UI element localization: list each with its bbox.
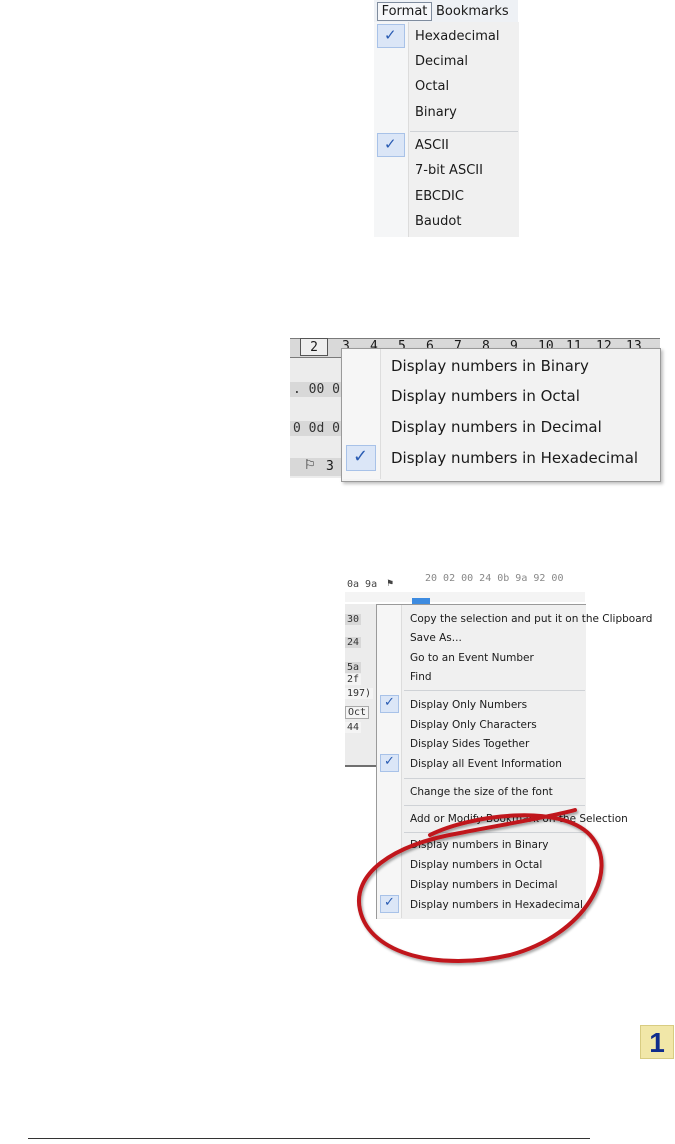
hex-view-background [345,604,377,766]
checkmark-icon: ✓ [384,754,395,769]
selection-strip [345,592,585,602]
menu-item-display-only-numbers[interactable]: Display Only Numbers [410,698,527,712]
menu-bookmarks[interactable]: Bookmarks [436,3,509,20]
menu-item-binary[interactable]: Binary [415,105,457,121]
menu-item-decimal[interactable]: Decimal [415,54,468,70]
hex-cell: 20 02 00 24 0b 9a 92 00 [425,573,564,584]
menu-item-copy-selection[interactable]: Copy the selection and put it on the Cli… [410,612,652,626]
red-circle-annotation [356,808,604,963]
flag-icon: ⚐ [304,458,316,473]
column-header-cell[interactable]: 2 [300,338,328,356]
step-number-badge: 1 [640,1025,674,1059]
menu-item-save-as[interactable]: Save As... [410,631,462,645]
menu-item-ascii[interactable]: ASCII [415,138,449,154]
menu-item-7bit-ascii[interactable]: 7-bit ASCII [415,163,483,179]
hex-cell: 24 [345,637,362,648]
menu-item-find[interactable]: Find [410,670,432,684]
menu-item-display-octal[interactable]: Display numbers in Octal [391,386,580,406]
menu-item-go-to-event[interactable]: Go to an Event Number [410,651,534,665]
menu-item-octal[interactable]: Octal [415,79,449,95]
hex-cell: 3 [326,459,334,474]
menu-item-display-decimal[interactable]: Display numbers in Decimal [391,417,602,437]
hex-cell: 0 0d 0 [290,421,343,436]
flag-icon: ⚑ [387,578,394,589]
menu-item-display-all-event-info[interactable]: Display all Event Information [410,757,562,771]
hex-cell: Oct [345,706,370,719]
hex-top-row: 0a 9a ⚑ 20 02 00 24 0b 9a 92 00 [345,573,585,591]
checkmark-icon: ✓ [384,135,397,153]
hex-cell: 5a [345,662,362,673]
hex-cell: 44 [345,722,362,733]
checkmark-icon: ✓ [384,26,397,44]
menu-item-baudot[interactable]: Baudot [415,214,461,230]
hex-cell: 0a 9a [347,579,378,590]
divider [345,765,377,767]
menu-separator [404,690,585,691]
menu-item-display-hexadecimal[interactable]: Display numbers in Hexadecimal [391,448,638,468]
menu-separator [404,778,585,779]
menu-item-hexadecimal[interactable]: Hexadecimal [415,29,499,45]
step-number: 1 [649,1027,665,1058]
footer-divider [28,1138,590,1139]
hex-cell-bg [290,458,342,476]
checkmark-icon: ✓ [384,695,395,710]
hex-cell: . 00 0 [290,382,343,397]
hex-cell: 30 [345,614,362,625]
menu-item-display-only-characters[interactable]: Display Only Characters [410,718,537,732]
menu-item-ebcdic[interactable]: EBCDIC [415,189,464,205]
menu-item-display-sides-together[interactable]: Display Sides Together [410,737,529,751]
hex-cell: 197) [345,688,374,699]
checkmark-icon: ✓ [353,446,369,467]
menu-separator [410,131,518,132]
menu-format[interactable]: Format [377,2,432,21]
menu-icon-column [374,22,409,237]
hex-cell: 2f [345,674,362,685]
menu-item-display-binary[interactable]: Display numbers in Binary [391,356,589,376]
